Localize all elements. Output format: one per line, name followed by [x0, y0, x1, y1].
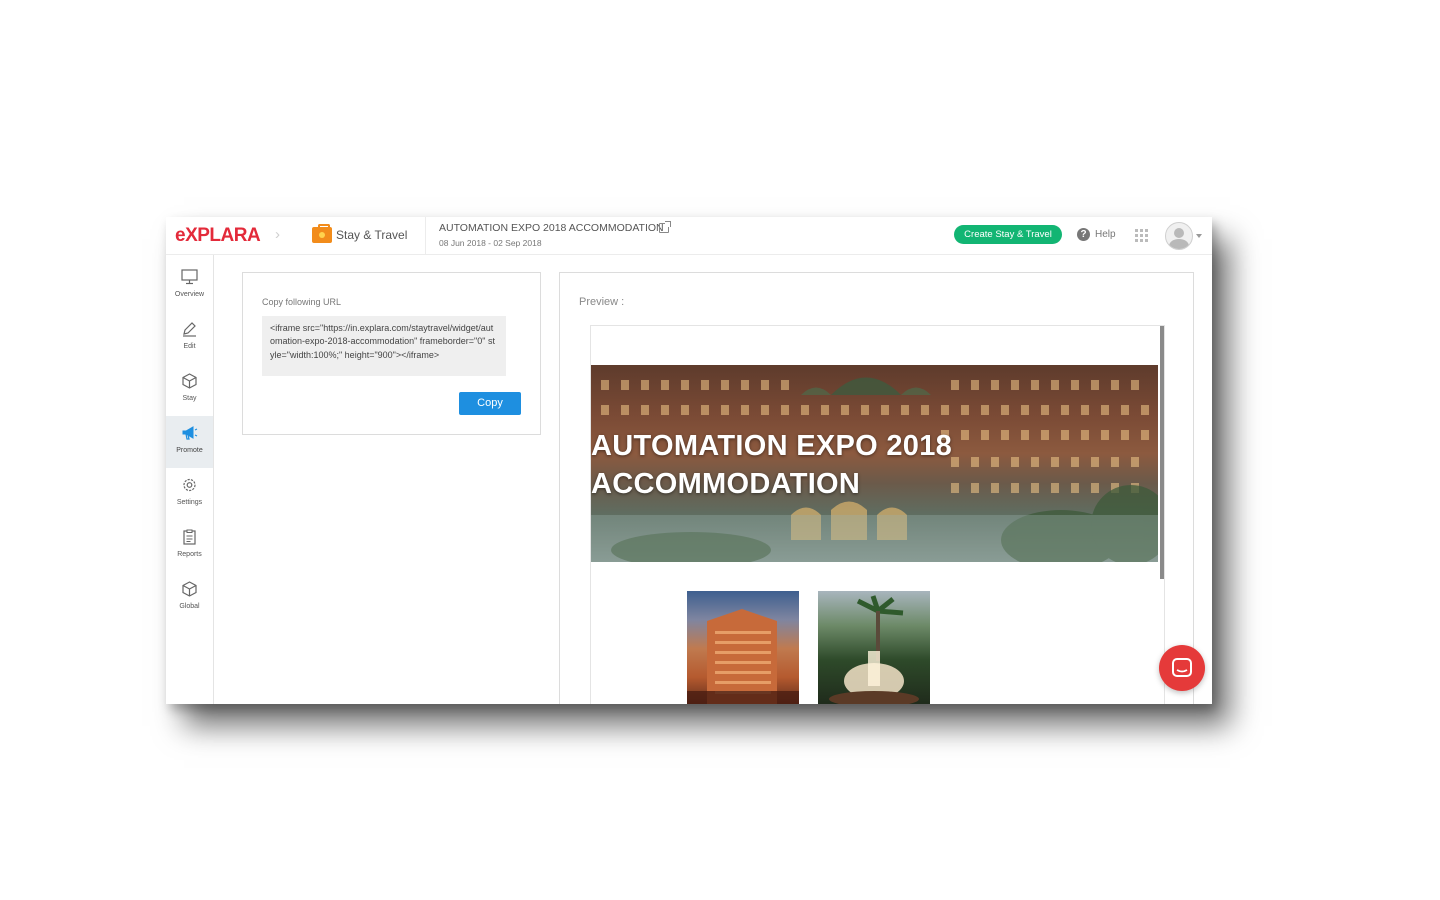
pencil-icon: [183, 322, 196, 337]
help-link[interactable]: Help: [1095, 229, 1116, 240]
chat-widget-button[interactable]: [1159, 645, 1205, 691]
sidebar-item-overview[interactable]: Overview: [166, 260, 213, 312]
breadcrumb-stay-travel[interactable]: Stay & Travel: [336, 228, 407, 242]
sidebar-item-label: Edit: [183, 343, 196, 350]
sidebar-item-reports[interactable]: Reports: [166, 520, 213, 572]
sidebar-item-label: Stay: [182, 395, 197, 402]
avatar[interactable]: [1165, 222, 1193, 250]
gear-icon: [183, 478, 196, 492]
event-title: AUTOMATION EXPO 2018 ACCOMMODATION: [439, 222, 664, 234]
chat-icon: [1172, 658, 1192, 677]
hotel-thumbnail[interactable]: [687, 591, 799, 704]
embed-code-field[interactable]: <iframe src="https://in.explara.com/stay…: [262, 316, 506, 376]
suitcase-icon: [312, 224, 332, 243]
clipboard-icon: [183, 529, 196, 545]
help-icon[interactable]: ?: [1077, 228, 1090, 241]
preview-scrollbar[interactable]: [1160, 326, 1164, 579]
app-window: eXPLARA › Stay & Travel AUTOMATION EXPO …: [166, 217, 1212, 704]
header-divider: [425, 217, 426, 254]
hotel-thumbnail[interactable]: [818, 591, 930, 704]
banner-title-line1: AUTOMATION EXPO 2018: [591, 430, 953, 462]
cube-icon: [182, 373, 197, 389]
megaphone-icon: [182, 426, 198, 440]
preview-card: Preview : AUTOMATION EXPO 2018 ACCOMMODA…: [559, 272, 1194, 704]
top-header: eXPLARA › Stay & Travel AUTOMATION EXPO …: [166, 217, 1212, 255]
preview-frame[interactable]: AUTOMATION EXPO 2018 ACCOMMODATION: [590, 325, 1165, 704]
embed-url-card: Copy following URL <iframe src="https://…: [242, 272, 541, 435]
event-dates: 08 Jun 2018 - 02 Sep 2018: [439, 238, 542, 248]
hotel-tower-illustration: [687, 609, 799, 704]
sidebar-item-stay[interactable]: Stay: [166, 364, 213, 416]
apps-grid-icon[interactable]: [1135, 229, 1148, 242]
copy-button[interactable]: Copy: [459, 392, 521, 415]
breadcrumb-chevron-icon: ›: [275, 226, 280, 243]
explara-logo[interactable]: eXPLARA: [175, 225, 261, 247]
sidebar-item-label: Overview: [174, 291, 205, 298]
sidebar-item-edit[interactable]: Edit: [166, 312, 213, 364]
logo-text: eXPLARA: [175, 225, 261, 246]
sidebar-item-promote[interactable]: Promote: [166, 416, 213, 468]
sidebar-item-label: Settings: [176, 499, 203, 506]
sidebar-item-global[interactable]: Global: [166, 572, 213, 624]
preview-label: Preview :: [579, 296, 625, 308]
hotel-banner-image: AUTOMATION EXPO 2018 ACCOMMODATION: [591, 365, 1158, 562]
fountain-illustration: [829, 595, 919, 704]
cube-icon: [182, 581, 197, 597]
sidebar-item-settings[interactable]: Settings: [166, 468, 213, 520]
banner-title-line2: ACCOMMODATION: [591, 468, 861, 500]
external-link-icon[interactable]: [659, 221, 671, 233]
copy-url-label: Copy following URL: [262, 297, 342, 307]
sidebar-item-label: Global: [179, 603, 200, 610]
banner-title: AUTOMATION EXPO 2018 ACCOMMODATION: [591, 427, 952, 503]
sidebar-item-label: Reports: [177, 551, 202, 558]
monitor-icon: [181, 269, 198, 285]
sidebar-item-label: Promote: [176, 447, 203, 454]
chevron-down-icon[interactable]: [1196, 234, 1202, 238]
sidebar: Overview Edit Stay Promote Settings Repo…: [166, 255, 214, 704]
create-stay-travel-button[interactable]: Create Stay & Travel: [954, 225, 1062, 244]
